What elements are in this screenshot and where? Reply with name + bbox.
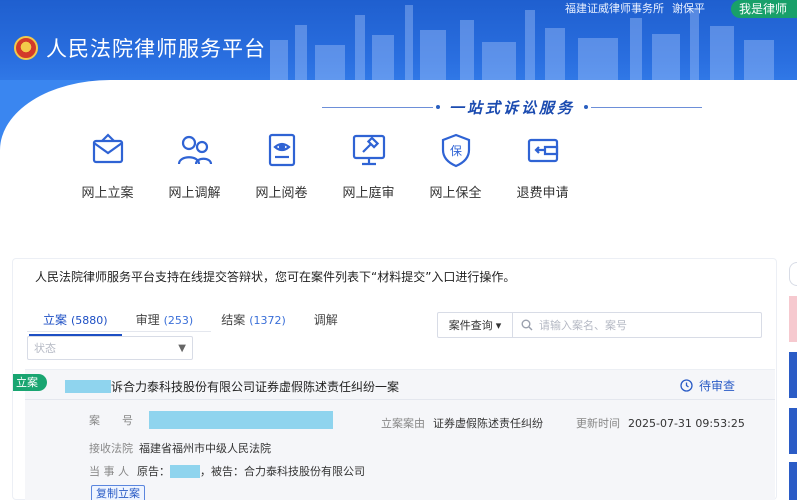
service-label: 退费申请 — [516, 186, 569, 201]
case-tabs: 立案 (5880) 审理 (253) 结案 (1372) 调解 — [29, 311, 352, 336]
service-shortcuts: 网上立案 网上调解 网上阅卷 网上庭审 保 网上保全 退费申请 — [64, 130, 586, 201]
tab-count: (1372) — [249, 314, 286, 327]
tab-trial[interactable]: 审理 (253) — [122, 311, 208, 336]
case-item: 立案 诉合力泰科技股份有限公司证券虚假陈述责任纠纷一案 待审查 案 号 立案案由… — [13, 369, 775, 500]
tab-label: 审理 — [135, 313, 160, 327]
tab-mediation[interactable]: 调解 — [300, 311, 352, 336]
side-panel-blue[interactable] — [789, 462, 797, 500]
redacted-plaintiff — [170, 464, 200, 478]
caret-down-icon: ▼ — [178, 342, 186, 354]
case-court-value: 福建省福州市中级人民法院 — [139, 442, 271, 455]
redacted-case-number — [149, 411, 333, 429]
court-emblem-icon — [14, 36, 38, 60]
status-placeholder: 状态 — [34, 342, 56, 355]
tab-label: 调解 — [313, 313, 338, 327]
tab-filing[interactable]: 立案 (5880) — [29, 311, 122, 336]
case-header: 立案 诉合力泰科技股份有限公司证券虚假陈述责任纠纷一案 待审查 — [13, 370, 775, 400]
status-select[interactable]: 状态 ▼ — [27, 336, 193, 360]
document-eye-icon — [262, 130, 302, 170]
search-type-label: 案件查询 — [448, 319, 493, 332]
shield-bao-icon: 保 — [436, 130, 476, 170]
service-label: 网上保全 — [429, 186, 482, 201]
tabs-divider — [27, 331, 211, 332]
case-party-label: 当 事 人 — [89, 465, 129, 478]
case-status: 待审查 — [680, 377, 735, 394]
case-updated-row: 更新时间 2025-07-31 09:53:25 — [576, 415, 745, 431]
service-online-dossier[interactable]: 网上阅卷 — [238, 130, 325, 201]
case-search: 案件查询 ▾ — [437, 312, 762, 338]
user-info: 福建证威律师事务所 谢保平 — [565, 0, 705, 16]
tab-label: 立案 — [43, 313, 68, 327]
service-online-mediation[interactable]: 网上调解 — [151, 130, 238, 201]
case-court-row: 接收法院 福建省福州市中级人民法院 — [89, 440, 271, 456]
service-label: 网上庭审 — [342, 186, 395, 201]
case-stage-tag: 立案 — [13, 374, 47, 391]
tab-label: 结案 — [221, 313, 246, 327]
slogan-line-right — [591, 106, 703, 108]
clock-icon — [680, 379, 693, 392]
tab-count: (253) — [163, 314, 194, 327]
side-panel-pink[interactable] — [789, 296, 797, 342]
service-online-filing[interactable]: 网上立案 — [64, 130, 151, 201]
service-online-preservation[interactable]: 保 网上保全 — [412, 130, 499, 201]
service-label: 网上调解 — [168, 186, 221, 201]
search-icon[interactable] — [521, 319, 533, 331]
people-icon — [175, 130, 215, 170]
slogan-line-left — [322, 106, 433, 108]
case-cause-label: 立案案由 — [381, 417, 425, 430]
search-type-select[interactable]: 案件查询 ▾ — [438, 313, 513, 337]
svg-text:保: 保 — [449, 144, 461, 158]
case-number-row: 案 号 — [89, 411, 333, 429]
slogan: 一站式诉讼服务 — [322, 99, 703, 117]
wallet-icon — [523, 130, 563, 170]
service-label: 网上立案 — [81, 186, 134, 201]
envelope-icon — [88, 130, 128, 170]
slogan-text: 一站式诉讼服务 — [449, 98, 576, 117]
case-status-text: 待审查 — [698, 379, 735, 393]
caret-down-icon: ▾ — [495, 318, 502, 332]
case-number-label: 案 号 — [89, 414, 133, 427]
side-panel-edge — [789, 262, 797, 286]
copy-filing-button[interactable]: 复制立案 — [91, 485, 145, 500]
defendant-text: ，被告：合力泰科技股份有限公司 — [200, 465, 365, 478]
plaintiff-prefix: 原告： — [137, 465, 170, 478]
site-title: 人民法院律师服务平台 — [46, 37, 266, 61]
notice-text: 人民法院律师服务平台支持在线提交答辩状，您可在案件列表下“材料提交”入口进行操作… — [35, 270, 516, 284]
case-court-label: 接收法院 — [89, 442, 133, 455]
gavel-screen-icon — [349, 130, 389, 170]
case-cause-value: 证券虚假陈述责任纠纷 — [433, 417, 543, 430]
search-input[interactable] — [539, 318, 761, 332]
service-label: 网上阅卷 — [255, 186, 308, 201]
redacted-party-name — [65, 380, 111, 393]
case-list-card: 人民法院律师服务平台支持在线提交答辩状，您可在案件列表下“材料提交”入口进行操作… — [12, 258, 777, 500]
site-logo[interactable]: 人民法院律师服务平台 — [14, 33, 266, 63]
firm-name: 福建证威律师事务所 — [565, 2, 664, 15]
case-updated-value: 2025-07-31 09:53:25 — [628, 416, 745, 430]
slogan-dot — [584, 105, 589, 109]
case-cause-row: 立案案由 证券虚假陈述责任纠纷 — [381, 415, 543, 431]
user-name[interactable]: 谢保平 — [672, 0, 705, 16]
service-online-hearing[interactable]: 网上庭审 — [325, 130, 412, 201]
side-panel-blue[interactable] — [789, 408, 797, 454]
side-panel-blue[interactable] — [789, 352, 797, 398]
role-button[interactable]: 我是律师 — [731, 0, 797, 18]
case-title-text: 诉合力泰科技股份有限公司证券虚假陈述责任纠纷一案 — [111, 380, 400, 394]
tab-closed[interactable]: 结案 (1372) — [207, 311, 300, 336]
case-updated-label: 更新时间 — [576, 417, 620, 430]
slogan-dot — [436, 105, 440, 109]
case-title[interactable]: 诉合力泰科技股份有限公司证券虚假陈述责任纠纷一案 — [65, 378, 399, 395]
case-party-row: 当 事 人 原告： ，被告：合力泰科技股份有限公司 — [89, 463, 365, 479]
tab-count: (5880) — [71, 314, 108, 327]
service-refund-request[interactable]: 退费申请 — [499, 130, 586, 201]
